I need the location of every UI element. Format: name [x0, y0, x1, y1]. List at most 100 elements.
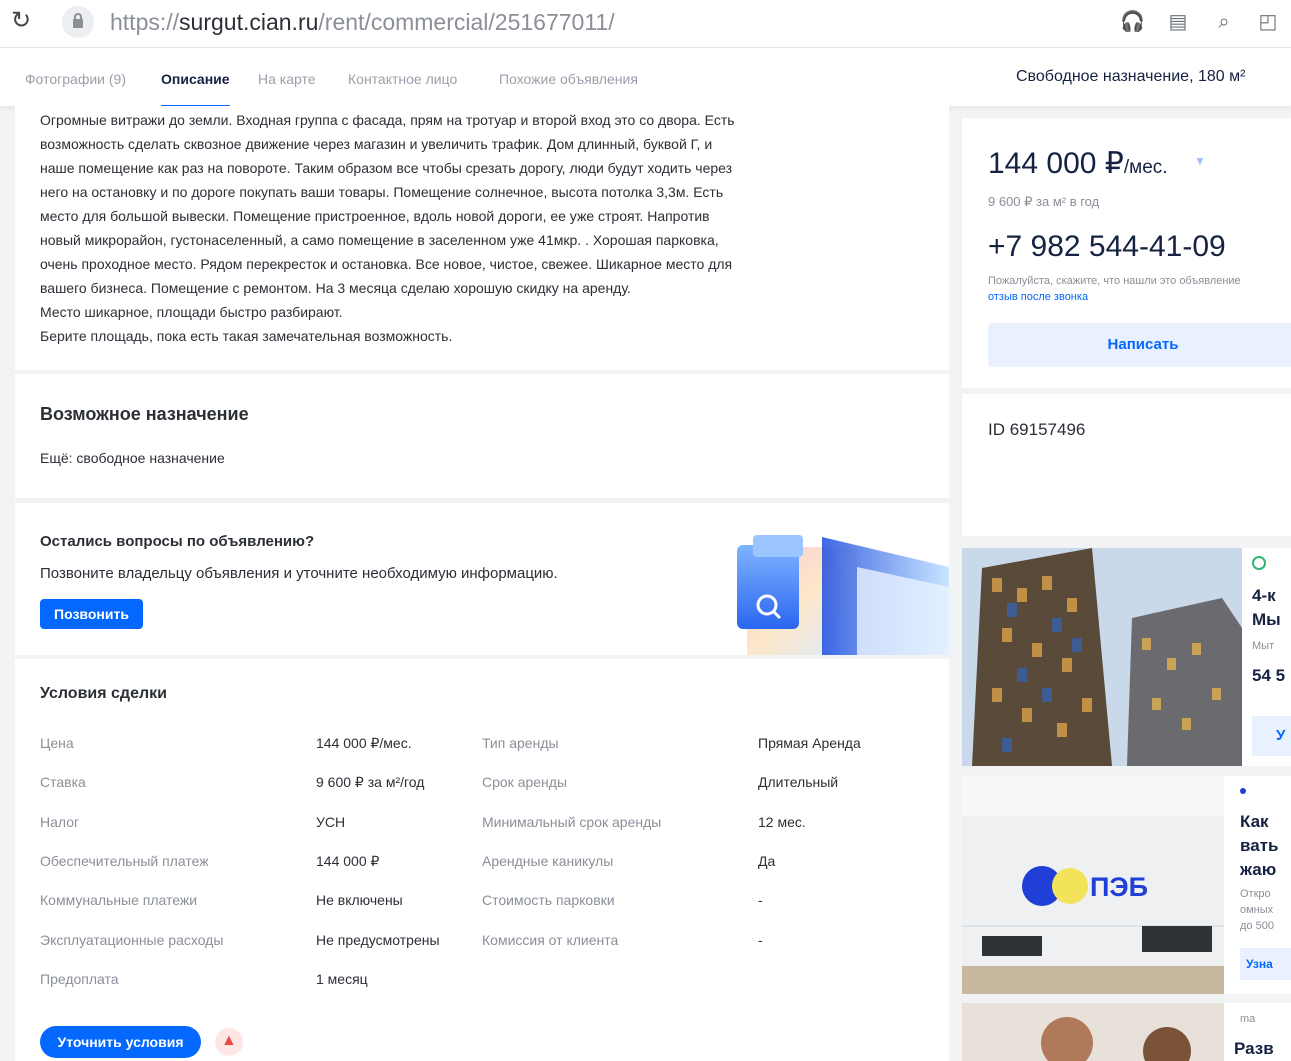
term-value: Длительный	[758, 774, 839, 790]
ad3-tag: ma	[1240, 1013, 1256, 1025]
tab-description[interactable]: Описание	[161, 70, 230, 108]
listing-id-card: ID 69157496	[962, 394, 1291, 536]
deal-terms-card: Условия сделки Цена 144 000 ₽/мес. Ставка 9…	[15, 659, 949, 1061]
ad1-title-1: 4-к	[1252, 586, 1276, 605]
ad2-logo-icon	[1240, 788, 1246, 794]
ad1-title-2: Мы	[1252, 610, 1281, 629]
price-contact-card: 144 000 ₽/мес. ▼ 9 600 ₽ за м² в год +7 …	[962, 118, 1291, 388]
tab-contact[interactable]: Контактное лицо	[348, 70, 457, 88]
url-scheme: https://	[110, 9, 180, 35]
term-label: Арендные каникулы	[482, 853, 614, 869]
listing-title: Свободное назначение, 180 м²	[1016, 68, 1246, 85]
term-label: Срок аренды	[482, 774, 568, 790]
term-value: -	[758, 892, 763, 908]
price-unit: /мес.	[1123, 157, 1168, 178]
term-value: 9 600 ₽ за м²/год	[316, 774, 425, 790]
clarify-terms-button[interactable]: Уточнить условия	[40, 1026, 201, 1058]
ad1-price: 54 5	[1252, 666, 1286, 685]
term-label: Ставка	[40, 774, 86, 790]
call-button[interactable]: Позвонить	[40, 599, 143, 629]
ad-card-1[interactable]: 4-к Мы Мыт 54 5 У	[962, 548, 1291, 766]
reader-icon[interactable]: ▤	[1166, 10, 1190, 34]
folder-search-illustration	[737, 535, 949, 655]
tab-photos[interactable]: Фотографии (9)	[25, 70, 126, 88]
headphones-icon[interactable]: 🎧	[1120, 10, 1145, 34]
reload-icon[interactable]: ↻	[8, 8, 34, 34]
ad2-title-2: вать	[1240, 836, 1279, 855]
price-per-m2: 9 600 ₽ за м² в год	[988, 194, 1100, 209]
listing-id: ID 69157496	[988, 420, 1086, 439]
hint-text: Пожалуйста, скажите, что нашли это объяв…	[988, 275, 1241, 287]
url-path: /rent/commercial/251677011/	[318, 9, 615, 35]
url-host: surgut.cian.ru	[179, 9, 319, 35]
ad2-title-1: Как	[1240, 812, 1269, 831]
terms-title: Условия сделки	[40, 685, 167, 702]
description-line: Место шикарное, площади быстро разбирают…	[40, 304, 343, 320]
term-value: Не включены	[316, 892, 403, 908]
term-label: Налог	[40, 814, 80, 830]
description-line: место для большой вывески. Помещение при…	[40, 208, 710, 224]
ad2-brand-logo: ПЭБ	[1090, 872, 1149, 902]
ad1-subtitle: Мыт	[1252, 640, 1275, 652]
ad-card-2[interactable]: ПЭБ Как вать жаю Откро омных до 500 Узна	[962, 776, 1291, 994]
description-line: него на остановку и по дороге покупать в…	[40, 184, 724, 200]
hint-link[interactable]: отзыв после звонка	[988, 291, 1088, 303]
price-value: 144 000 ₽	[988, 147, 1124, 180]
purpose-card: Возможное назначение Ещё: свободное назн…	[15, 374, 949, 498]
questions-text: Позвоните владельцу объявления и уточнит…	[40, 565, 558, 582]
write-button[interactable]: Написать	[988, 323, 1291, 367]
ad2-sub-2: омных	[1240, 904, 1274, 916]
description-line: вашего бизнеса. Помещение с ремонтом. На…	[40, 280, 631, 296]
ad2-button[interactable]: Узна	[1240, 948, 1291, 980]
phone-number[interactable]: +7 982 544-41-09	[988, 230, 1226, 264]
questions-card: Остались вопросы по объявлению? Позвонит…	[15, 503, 949, 655]
term-label: Предоплата	[40, 971, 119, 987]
price: 144 000 ₽/мес.	[988, 146, 1168, 181]
term-value: 12 мес.	[758, 814, 806, 830]
browser-address-bar: ↻ https://surgut.cian.ru/rent/commercial…	[0, 0, 1291, 48]
ad-people-image	[962, 1003, 1224, 1061]
ad1-button[interactable]: У	[1252, 716, 1291, 756]
term-value: Прямая Аренда	[758, 735, 861, 751]
description-card: Огромные витражи до земли. Входная групп…	[15, 106, 949, 370]
term-label: Минимальный срок аренды	[482, 814, 662, 830]
term-label: Цена	[40, 735, 74, 751]
ad-card-3[interactable]: ma Разв	[962, 1003, 1291, 1061]
url-text[interactable]: https://surgut.cian.ru/rent/commercial/2…	[110, 7, 615, 37]
term-label: Коммунальные платежи	[40, 892, 198, 908]
description-line: возможность сделать сквозное движение че…	[40, 136, 713, 152]
term-value: -	[758, 932, 763, 948]
tab-similar[interactable]: Похожие объявления	[499, 70, 638, 88]
extension-icon[interactable]: ◰	[1256, 10, 1280, 34]
term-value: 144 000 ₽	[316, 853, 380, 869]
questions-title: Остались вопросы по объявлению?	[40, 533, 315, 550]
ad2-sub-1: Откро	[1240, 888, 1271, 900]
term-value: 1 месяц	[316, 971, 368, 987]
term-label: Эксплуатационные расходы	[40, 932, 224, 948]
listing-tabs: Фотографии (9) Описание На карте Контакт…	[0, 48, 1291, 108]
term-label: Обеспечительный платеж	[40, 853, 209, 869]
warning-icon[interactable]: ▲	[215, 1028, 243, 1056]
term-value: УСН	[316, 814, 346, 830]
search-icon[interactable]: ⌕	[1212, 10, 1236, 34]
ad-logo-icon	[1252, 556, 1266, 570]
description-line: новый микрорайон, густонаселенный, а сам…	[40, 232, 719, 248]
purpose-title: Возможное назначение	[40, 404, 249, 424]
tab-map[interactable]: На карте	[258, 70, 316, 88]
ad-building-image	[962, 548, 1242, 766]
chevron-down-icon[interactable]: ▼	[1194, 154, 1206, 168]
term-label: Тип аренды	[482, 735, 559, 751]
term-label: Комиссия от клиента	[482, 932, 619, 948]
lock-icon[interactable]	[62, 6, 94, 38]
description-line: Берите площадь, пока есть такая замечате…	[40, 328, 453, 344]
term-value: Не предусмотрены	[316, 932, 440, 948]
purpose-text: Ещё: свободное назначение	[40, 450, 225, 466]
term-value: 144 000 ₽/мес.	[316, 735, 412, 751]
description-line: Огромные витражи до земли. Входная групп…	[40, 112, 735, 128]
ad3-title: Разв	[1234, 1039, 1274, 1058]
ad2-title-3: жаю	[1240, 860, 1277, 879]
ad2-sub-3: до 500	[1240, 920, 1274, 932]
description-text: Огромные витражи до земли. Входная групп…	[40, 108, 924, 348]
description-line: наше помещение как раз на повороте. Таки…	[40, 160, 733, 176]
term-value: Да	[758, 853, 776, 869]
